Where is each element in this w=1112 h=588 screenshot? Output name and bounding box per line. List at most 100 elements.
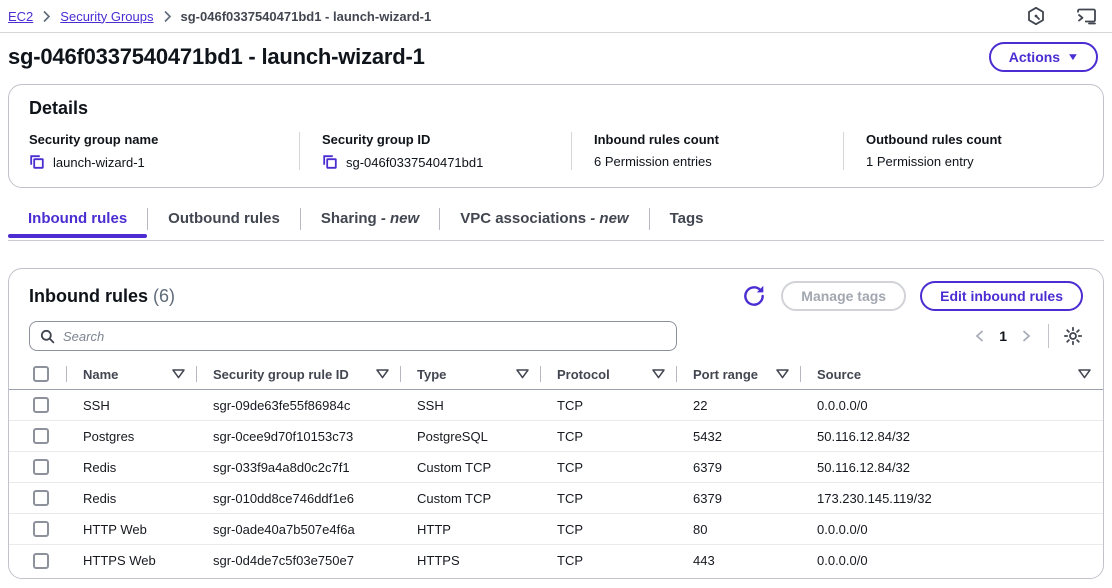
edit-inbound-rules-button[interactable]: Edit inbound rules (920, 281, 1083, 311)
table-row[interactable]: SSH sgr-09de63fe55f86984c SSH TCP 22 0.0… (9, 390, 1103, 421)
field-label: Inbound rules count (594, 132, 827, 147)
field-label: Security group name (29, 132, 283, 147)
breadcrumb-link-ec2[interactable]: EC2 (8, 9, 33, 24)
chevron-right-icon (163, 10, 172, 23)
panel-actions: Manage tags Edit inbound rules (741, 281, 1083, 311)
filter-icon[interactable] (652, 369, 665, 379)
chevron-right-icon (42, 10, 51, 23)
row-checkbox[interactable] (33, 553, 49, 569)
panel-count: (6) (153, 286, 175, 306)
refresh-icon[interactable] (741, 283, 767, 309)
cell-source: 173.230.145.119/32 (801, 483, 1103, 514)
next-page-icon[interactable] (1019, 327, 1034, 345)
column-header-type[interactable]: Type (401, 359, 541, 389)
table-row[interactable]: Redis sgr-033f9a4a8d0c2c7f1 Custom TCP T… (9, 452, 1103, 483)
filter-icon[interactable] (776, 369, 789, 379)
manage-tags-label: Manage tags (801, 288, 886, 304)
column-header-rule-id[interactable]: Security group rule ID (197, 359, 401, 389)
column-label: Security group rule ID (213, 367, 349, 382)
table-row[interactable]: HTTP Web sgr-0ade40a7b507e4f6a HTTP TCP … (9, 514, 1103, 545)
field-value: 1 Permission entry (866, 154, 974, 169)
breadcrumb-link-security-groups[interactable]: Security Groups (60, 9, 153, 24)
cell-protocol: TCP (541, 514, 677, 545)
chevron-down-icon: ▼ (1067, 52, 1080, 63)
cloudshell-icon[interactable] (1076, 6, 1098, 26)
copy-icon[interactable] (322, 154, 338, 170)
search-box[interactable] (29, 321, 677, 351)
select-all-cell (9, 359, 67, 389)
gear-icon[interactable] (1063, 326, 1083, 346)
filter-icon[interactable] (516, 369, 529, 379)
history-icon[interactable] (1026, 6, 1046, 26)
cell-name: Redis (67, 452, 197, 483)
breadcrumb-bar: EC2 Security Groups sg-046f0337540471bd1… (0, 0, 1112, 33)
column-header-name[interactable]: Name (67, 359, 197, 389)
table-row[interactable]: HTTPS Web sgr-0d4de7c5f03e750e7 HTTPS TC… (9, 545, 1103, 576)
cell-type: Custom TCP (401, 452, 541, 483)
tab-inbound-rules[interactable]: Inbound rules (8, 204, 147, 240)
tab-label: Tags (670, 210, 704, 227)
page-number[interactable]: 1 (999, 328, 1007, 344)
row-checkbox[interactable] (33, 490, 49, 506)
tab-vpc-associations[interactable]: VPC associations - new (440, 204, 648, 240)
tab-label: VPC associations (460, 210, 586, 227)
column-header-port-range[interactable]: Port range (677, 359, 801, 389)
cell-rule-id: sgr-09de63fe55f86984c (197, 390, 401, 421)
column-header-protocol[interactable]: Protocol (541, 359, 677, 389)
column-header-source[interactable]: Source (801, 359, 1103, 389)
field-inbound-rules-count: Inbound rules count 6 Permission entries (571, 132, 843, 170)
cell-protocol: TCP (541, 390, 677, 421)
page-title: sg-046f0337540471bd1 - launch-wizard-1 (8, 44, 425, 70)
copy-icon[interactable] (29, 154, 45, 170)
search-icon (40, 329, 55, 344)
row-checkbox[interactable] (33, 428, 49, 444)
panel-title-text: Inbound rules (29, 286, 148, 306)
edit-inbound-rules-label: Edit inbound rules (940, 288, 1063, 304)
cell-rule-id: sgr-010dd8ce746ddf1e6 (197, 483, 401, 514)
tab-outbound-rules[interactable]: Outbound rules (148, 204, 300, 240)
manage-tags-button[interactable]: Manage tags (781, 281, 906, 311)
column-label: Name (83, 367, 118, 382)
cell-type: PostgreSQL (401, 421, 541, 452)
table-row[interactable]: Postgres sgr-0cee9d70f10153c73 PostgreSQ… (9, 421, 1103, 452)
page-header: sg-046f0337540471bd1 - launch-wizard-1 A… (8, 42, 1098, 72)
topbar-icons (1026, 6, 1098, 26)
select-all-checkbox[interactable] (33, 366, 49, 382)
cell-port-range: 443 (677, 545, 801, 576)
pagination: 1 (972, 324, 1083, 348)
tab-sharing[interactable]: Sharing - new (301, 204, 439, 240)
cell-source: 50.116.12.84/32 (801, 452, 1103, 483)
tab-new-badge: - new (381, 210, 419, 227)
cell-rule-id: sgr-0cee9d70f10153c73 (197, 421, 401, 452)
cell-type: HTTP (401, 514, 541, 545)
inbound-rules-table: Name Security group rule ID Type Protoco… (9, 359, 1103, 576)
field-security-group-id: Security group ID sg-046f0337540471bd1 (299, 132, 571, 170)
row-checkbox[interactable] (33, 459, 49, 475)
tab-bar: Inbound rules Outbound rules Sharing - n… (8, 204, 1104, 241)
filter-icon[interactable] (1078, 369, 1091, 379)
table-body: SSH sgr-09de63fe55f86984c SSH TCP 22 0.0… (9, 390, 1103, 576)
column-label: Source (817, 367, 861, 382)
tab-label: Outbound rules (168, 210, 280, 227)
tab-tags[interactable]: Tags (650, 204, 724, 240)
tab-label: Inbound rules (28, 210, 127, 227)
cell-port-range: 6379 (677, 483, 801, 514)
table-row[interactable]: Redis sgr-010dd8ce746ddf1e6 Custom TCP T… (9, 483, 1103, 514)
previous-page-icon[interactable] (972, 327, 987, 345)
actions-button[interactable]: Actions ▼ (989, 42, 1098, 72)
cell-port-range: 80 (677, 514, 801, 545)
column-label: Type (417, 367, 446, 382)
cell-source: 0.0.0.0/0 (801, 514, 1103, 545)
filter-icon[interactable] (172, 369, 185, 379)
row-checkbox[interactable] (33, 521, 49, 537)
field-label: Outbound rules count (866, 132, 1067, 147)
row-checkbox[interactable] (33, 397, 49, 413)
field-value: launch-wizard-1 (53, 155, 145, 170)
cell-port-range: 5432 (677, 421, 801, 452)
tab-new-badge: - new (590, 210, 628, 227)
filter-icon[interactable] (376, 369, 389, 379)
cell-rule-id: sgr-033f9a4a8d0c2c7f1 (197, 452, 401, 483)
cell-name: SSH (67, 390, 197, 421)
search-input[interactable] (63, 329, 666, 344)
table-header-row: Name Security group rule ID Type Protoco… (9, 359, 1103, 390)
